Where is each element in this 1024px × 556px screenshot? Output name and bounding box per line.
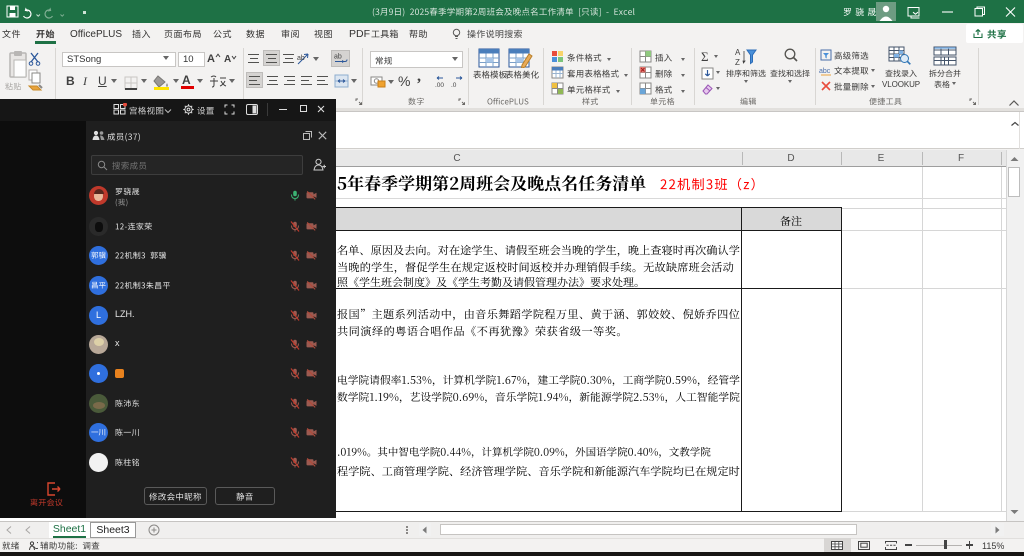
svg-text:.00: .00 [435,82,444,88]
svg-text:.0: .0 [451,82,457,88]
svg-text:A: A [735,48,741,57]
svg-text:ab: ab [297,55,305,62]
svg-text:ab: ab [334,54,342,61]
svg-text:Z: Z [735,58,740,67]
svg-text:abc: abc [819,68,831,75]
